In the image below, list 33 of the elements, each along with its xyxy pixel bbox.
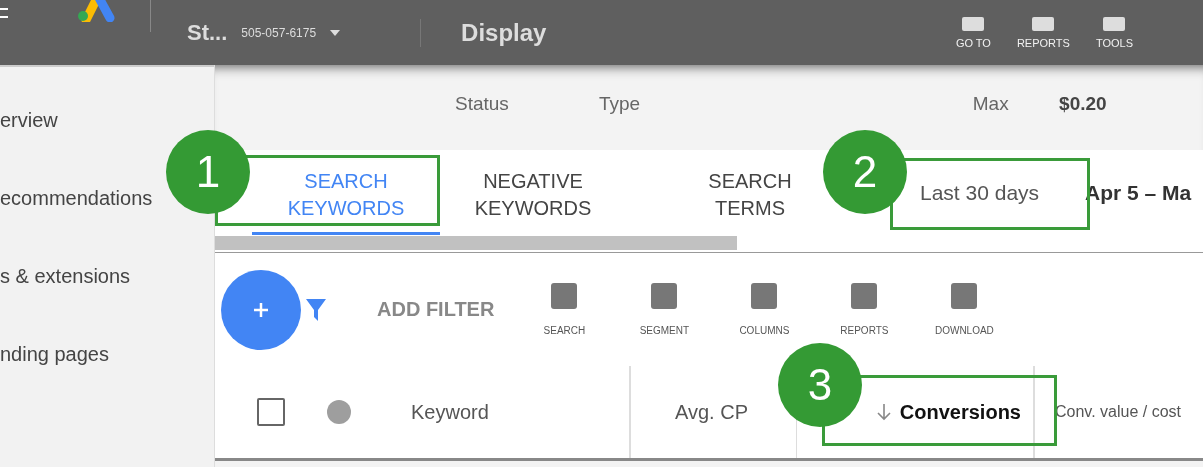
sidebar-item[interactable]: nding pages: [0, 339, 109, 369]
status-dot-icon: [327, 400, 351, 424]
column-header[interactable]: Conversions: [899, 400, 1021, 424]
column-header[interactable]: Avg. CP: [675, 400, 748, 424]
filter-field[interactable]: ADD FILTER: [377, 298, 495, 321]
sort-arrow-icon: [875, 403, 892, 421]
summary-label: Status: [455, 93, 510, 115]
campaign-name: Display: [420, 18, 547, 47]
tab[interactable]: SEARCH TERMS: [680, 150, 820, 235]
sidebar-item[interactable]: ecommendations: [0, 183, 153, 213]
sidebar-item[interactable]: erview: [0, 105, 58, 135]
account-name: St...: [187, 19, 228, 46]
toolbar-button[interactable]: TOOLS: [1095, 16, 1133, 49]
account-id[interactable]: 505-057-6175: [241, 25, 317, 40]
tab[interactable]: NEGATIVE KEYWORDS: [448, 150, 618, 235]
tool-button[interactable]: COLUMNS: [724, 283, 805, 336]
summary-label: Max: [972, 93, 1010, 115]
tool-button[interactable]: SEARCH: [524, 283, 605, 336]
scrollbar[interactable]: [215, 236, 737, 250]
column-header[interactable]: Keyword: [411, 400, 489, 424]
toolbar-button[interactable]: GO TO: [955, 16, 991, 49]
caret-icon[interactable]: [330, 29, 341, 36]
filter-icon[interactable]: [305, 296, 327, 323]
tool-button[interactable]: SEGMENT: [624, 283, 705, 336]
tool-button[interactable]: REPORTS: [824, 283, 905, 336]
checkbox[interactable]: [257, 398, 285, 426]
sidebar-item[interactable]: s & extensions: [0, 261, 131, 291]
date-range-button[interactable]: Last 30 days: [908, 150, 1052, 235]
summary-label: Type: [598, 93, 642, 115]
toolbar-button[interactable]: REPORTS: [1016, 16, 1070, 49]
menu-icon[interactable]: [0, 8, 8, 18]
tool-button[interactable]: DOWNLOAD: [924, 283, 1005, 336]
summary-label: $0.20: [1059, 93, 1108, 115]
